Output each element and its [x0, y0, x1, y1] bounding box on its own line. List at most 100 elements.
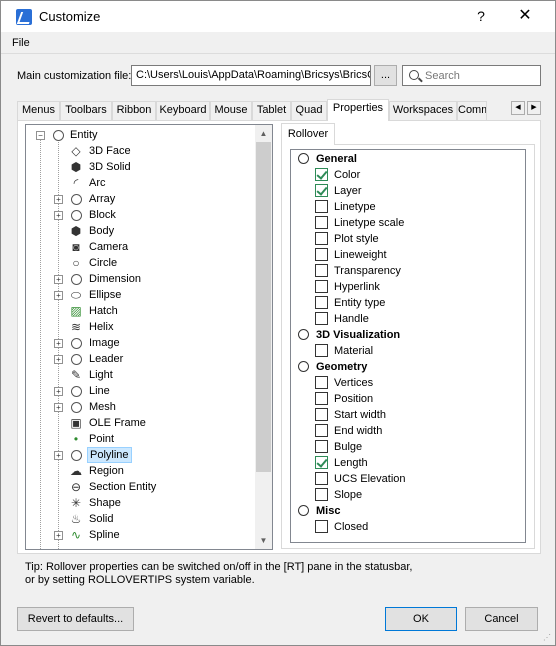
tree-item[interactable]: + Line [26, 383, 256, 399]
property-checkbox[interactable] [315, 312, 328, 325]
group-radio[interactable] [298, 361, 309, 372]
search-box [402, 65, 541, 86]
tree-item[interactable]: ◇ 3D Face [26, 143, 256, 159]
expand-icon[interactable]: + [54, 211, 63, 220]
expand-icon[interactable]: + [54, 387, 63, 396]
tree-item[interactable]: + Polyline [26, 447, 256, 463]
region-icon: ☁ [70, 464, 82, 478]
browse-button[interactable]: ... [374, 65, 397, 86]
expand-icon[interactable]: + [54, 291, 63, 300]
search-input[interactable] [425, 67, 535, 84]
group-radio[interactable] [298, 153, 309, 164]
tab-scroll-right-icon[interactable]: ▶ [527, 101, 541, 115]
expand-icon[interactable]: + [54, 531, 63, 540]
property-checkbox[interactable] [315, 488, 328, 501]
tree-item[interactable]: ≋ Helix [26, 319, 256, 335]
property-checkbox[interactable] [315, 232, 328, 245]
scroll-up-arrow-icon[interactable]: ▲ [255, 125, 272, 142]
tree-item[interactable]: ♨ Solid [26, 511, 256, 527]
tree-item[interactable]: + Image [26, 335, 256, 351]
shape-icon: ✳ [70, 496, 82, 510]
property-checkbox[interactable] [315, 168, 328, 181]
tree-item[interactable]: + Array [26, 191, 256, 207]
tree-item[interactable]: + Block [26, 207, 256, 223]
tree-item-label: Block [89, 209, 116, 221]
tree-item[interactable]: • Point [26, 431, 256, 447]
property-checkbox[interactable] [315, 344, 328, 357]
tree-item[interactable]: + Leader [26, 351, 256, 367]
property-label: Transparency [334, 265, 401, 277]
property-checkbox[interactable] [315, 456, 328, 469]
revert-to-defaults-button[interactable]: Revert to defaults... [17, 607, 134, 631]
tab-workspaces[interactable]: Workspaces [389, 101, 457, 120]
tab-comm[interactable]: Comm [457, 101, 487, 120]
property-checkbox[interactable] [315, 216, 328, 229]
scroll-down-arrow-icon[interactable]: ▼ [255, 532, 272, 549]
tree-item[interactable]: ◜ Arc [26, 175, 256, 191]
property-checkbox[interactable] [315, 376, 328, 389]
tab-rollover[interactable]: Rollover [281, 123, 335, 145]
property-checkbox[interactable] [315, 520, 328, 533]
entity-tree[interactable]: ▲ ▼ − Entity ◇ 3D Face ⬢ 3D Solid ◜ Arc + Array + B… [25, 124, 273, 550]
expand-icon[interactable]: + [54, 355, 63, 364]
property-checkbox[interactable] [315, 280, 328, 293]
property-checkbox[interactable] [315, 472, 328, 485]
expand-icon[interactable]: + [54, 451, 63, 460]
tab-ribbon[interactable]: Ribbon [112, 101, 156, 120]
tab-keyboard[interactable]: Keyboard [156, 101, 210, 120]
expand-icon[interactable]: + [54, 339, 63, 348]
property-checkbox[interactable] [315, 296, 328, 309]
group-radio[interactable] [298, 505, 309, 516]
main-file-path-field[interactable]: C:\Users\Louis\AppData\Roaming\Bricsys\B… [131, 65, 371, 86]
tree-item[interactable]: ▨ Hatch [26, 303, 256, 319]
resize-grip-icon[interactable]: ⋰ [543, 633, 553, 643]
tree-item[interactable]: + Mesh [26, 399, 256, 415]
tab-tablet[interactable]: Tablet [252, 101, 291, 120]
expand-icon[interactable]: + [54, 275, 63, 284]
tree-item[interactable]: + ∿ Spline [26, 527, 256, 543]
property-checkbox[interactable] [315, 200, 328, 213]
tab-menus[interactable]: Menus [17, 101, 60, 120]
tab-quad[interactable]: Quad [291, 101, 327, 120]
property-checkbox[interactable] [315, 184, 328, 197]
tree-item[interactable]: + ⬭ Ellipse [26, 287, 256, 303]
expand-icon[interactable]: + [54, 403, 63, 412]
cancel-button[interactable]: Cancel [465, 607, 538, 631]
property-checkbox[interactable] [315, 424, 328, 437]
tree-item[interactable]: ☁ Region [26, 463, 256, 479]
tree-scrollbar[interactable]: ▲ ▼ [255, 125, 272, 549]
tree-item[interactable]: ⬢ 3D Solid [26, 159, 256, 175]
circle-icon [71, 210, 82, 221]
tab-mouse[interactable]: Mouse [210, 101, 252, 120]
property-checkbox[interactable] [315, 392, 328, 405]
property-checkbox[interactable] [315, 440, 328, 453]
tree-item[interactable]: ◙ Camera [26, 239, 256, 255]
property-label: Lineweight [334, 249, 387, 261]
tab-properties[interactable]: Properties [327, 99, 389, 121]
tree-item[interactable]: + Dimension [26, 271, 256, 287]
property-checkbox[interactable] [315, 248, 328, 261]
property-label: Color [334, 169, 361, 181]
ok-button[interactable]: OK [385, 607, 457, 631]
tree-item[interactable]: ✳ Shape [26, 495, 256, 511]
close-button[interactable]: ✕ [511, 6, 539, 26]
tree-item[interactable]: ⊖ Section Entity [26, 479, 256, 495]
tab-scroll-left-icon[interactable]: ◀ [511, 101, 525, 115]
tree-item-label: Polyline [87, 447, 132, 463]
tree-item-label: Section Entity [89, 481, 157, 493]
help-button[interactable]: ? [469, 6, 493, 26]
tree-item[interactable]: ▣ OLE Frame [26, 415, 256, 431]
tree-item[interactable]: ⬢ Body [26, 223, 256, 239]
property-label: Handle [334, 313, 369, 325]
scroll-thumb[interactable] [256, 142, 271, 472]
tree-item[interactable]: ✎ Light [26, 367, 256, 383]
group-radio[interactable] [298, 329, 309, 340]
expand-icon[interactable]: + [54, 195, 63, 204]
property-label: Vertices [334, 377, 374, 389]
tree-item[interactable]: ○ Circle [26, 255, 256, 271]
menu-file[interactable]: File [12, 37, 30, 49]
collapse-icon[interactable]: − [36, 131, 45, 140]
property-checkbox[interactable] [315, 264, 328, 277]
tab-toolbars[interactable]: Toolbars [60, 101, 112, 120]
property-checkbox[interactable] [315, 408, 328, 421]
